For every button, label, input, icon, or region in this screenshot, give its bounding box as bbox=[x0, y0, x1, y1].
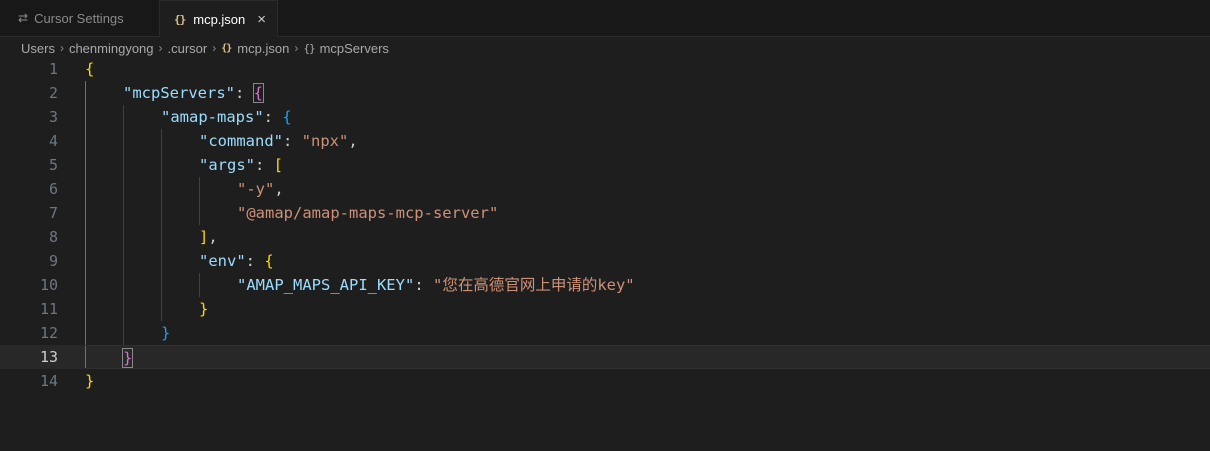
line-number: 7 bbox=[48, 204, 58, 222]
line-number: 14 bbox=[39, 372, 58, 390]
code-line[interactable]: 4 "command": "npx", bbox=[0, 129, 1210, 153]
code-line[interactable]: 10 "AMAP_MAPS_API_KEY": "您在高德官网上申请的key" bbox=[0, 273, 1210, 297]
code-text: "AMAP_MAPS_API_KEY": "您在高德官网上申请的key" bbox=[85, 273, 1210, 297]
json-file-icon: {} bbox=[174, 12, 186, 26]
bracket-token: } bbox=[199, 300, 209, 318]
line-number: 8 bbox=[48, 228, 58, 246]
code-line[interactable]: 1{ bbox=[0, 57, 1210, 81]
line-number: 9 bbox=[48, 252, 58, 270]
code-line[interactable]: 9 "env": { bbox=[0, 249, 1210, 273]
code-text: } bbox=[85, 321, 1210, 345]
json-key-token: "env" bbox=[199, 252, 246, 270]
bracket-token: { bbox=[264, 252, 274, 270]
chevron-right-icon: › bbox=[158, 41, 163, 55]
line-number: 2 bbox=[48, 84, 58, 102]
punctuation-token: : bbox=[234, 84, 254, 102]
bracket-token: } bbox=[161, 324, 171, 342]
close-icon[interactable]: × bbox=[257, 12, 266, 27]
code-text: "env": { bbox=[85, 249, 1210, 273]
code-line[interactable]: 12} bbox=[0, 321, 1210, 345]
code-editor[interactable]: 1{2 "mcpServers": {3 "amap-maps": {4 "comma… bbox=[0, 57, 1210, 451]
json-file-icon: {} bbox=[221, 42, 232, 54]
breadcrumb-file[interactable]: mcp.json bbox=[237, 41, 289, 56]
code-text: "@amap/amap-maps-mcp-server" bbox=[85, 201, 1210, 225]
code-text: "amap-maps": { bbox=[85, 105, 1210, 129]
code-line[interactable]: 7 "@amap/amap-maps-mcp-server" bbox=[0, 201, 1210, 225]
punctuation-token: , bbox=[208, 228, 218, 246]
json-key-token: "args" bbox=[199, 156, 255, 174]
code-line[interactable]: 2 "mcpServers": { bbox=[0, 81, 1210, 105]
line-number: 1 bbox=[48, 60, 58, 78]
bracket-token: { bbox=[252, 83, 265, 103]
json-string-token: "您在高德官网上申请的key" bbox=[432, 276, 635, 294]
code-line[interactable]: 5 "args": [ bbox=[0, 153, 1210, 177]
json-string-token: "@amap/amap-maps-mcp-server" bbox=[237, 204, 499, 222]
tab-bar: ⇄ Cursor Settings {} mcp.json × bbox=[0, 0, 1210, 37]
code-text: "args": [ bbox=[85, 153, 1210, 177]
code-text: "command": "npx", bbox=[85, 129, 1210, 153]
bracket-token: } bbox=[85, 372, 95, 390]
line-number: 10 bbox=[39, 276, 58, 294]
code-line[interactable]: 3 "amap-maps": { bbox=[0, 105, 1210, 129]
line-number: 6 bbox=[48, 180, 58, 198]
json-key-token: "mcpServers" bbox=[123, 84, 235, 102]
code-text: ], bbox=[85, 225, 1210, 249]
code-text: } bbox=[85, 369, 1210, 393]
line-number: 13 bbox=[39, 348, 58, 366]
code-line[interactable]: 6 "-y", bbox=[0, 177, 1210, 201]
breadcrumb-user-folder[interactable]: chenmingyong bbox=[69, 41, 154, 56]
code-line[interactable]: 11} bbox=[0, 297, 1210, 321]
bracket-token: { bbox=[282, 108, 292, 126]
bracket-token: } bbox=[121, 348, 134, 368]
breadcrumb-cursor-folder[interactable]: .cursor bbox=[168, 41, 208, 56]
line-number: 12 bbox=[39, 324, 58, 342]
tab-cursor-settings[interactable]: ⇄ Cursor Settings bbox=[0, 0, 160, 36]
tab-label: mcp.json bbox=[193, 11, 246, 27]
punctuation-token: : bbox=[245, 252, 265, 270]
json-key-token: "AMAP_MAPS_API_KEY" bbox=[237, 276, 415, 294]
json-key-token: "command" bbox=[199, 132, 283, 150]
chevron-right-icon: › bbox=[212, 41, 217, 55]
tab-mcp-json[interactable]: {} mcp.json × bbox=[160, 0, 278, 37]
object-icon: {} bbox=[303, 41, 315, 55]
code-line[interactable]: 14} bbox=[0, 369, 1210, 393]
json-string-token: "-y" bbox=[237, 180, 275, 198]
json-key-token: "amap-maps" bbox=[161, 108, 264, 126]
code-text: } bbox=[85, 345, 1210, 369]
code-text: "mcpServers": { bbox=[85, 81, 1210, 105]
line-number: 11 bbox=[39, 300, 58, 318]
bracket-token: { bbox=[85, 60, 95, 78]
line-number: 3 bbox=[48, 108, 58, 126]
chevron-right-icon: › bbox=[294, 41, 299, 55]
breadcrumb-users[interactable]: Users bbox=[21, 41, 55, 56]
json-string-token: "npx" bbox=[301, 132, 349, 150]
breadcrumb-symbol[interactable]: mcpServers bbox=[320, 41, 389, 56]
settings-icon: ⇄ bbox=[18, 11, 29, 25]
punctuation-token: , bbox=[348, 132, 358, 150]
line-number: 5 bbox=[48, 156, 58, 174]
editor-window: ⇄ Cursor Settings {} mcp.json × Users › … bbox=[0, 0, 1210, 451]
punctuation-token: : bbox=[263, 108, 283, 126]
code-line[interactable]: 13} bbox=[0, 345, 1210, 369]
code-text: "-y", bbox=[85, 177, 1210, 201]
bracket-token: ] bbox=[199, 228, 209, 246]
punctuation-token: : bbox=[414, 276, 433, 294]
tab-label: Cursor Settings bbox=[34, 10, 124, 26]
breadcrumb: Users › chenmingyong › .cursor › {} mcp.… bbox=[21, 37, 389, 59]
code-line[interactable]: 8], bbox=[0, 225, 1210, 249]
code-text: { bbox=[85, 57, 1210, 81]
line-number: 4 bbox=[48, 132, 58, 150]
code-text: } bbox=[85, 297, 1210, 321]
bracket-token: [ bbox=[273, 156, 284, 174]
punctuation-token: : bbox=[283, 132, 302, 150]
punctuation-token: , bbox=[274, 180, 284, 198]
chevron-right-icon: › bbox=[59, 41, 64, 55]
punctuation-token: : bbox=[255, 156, 274, 174]
